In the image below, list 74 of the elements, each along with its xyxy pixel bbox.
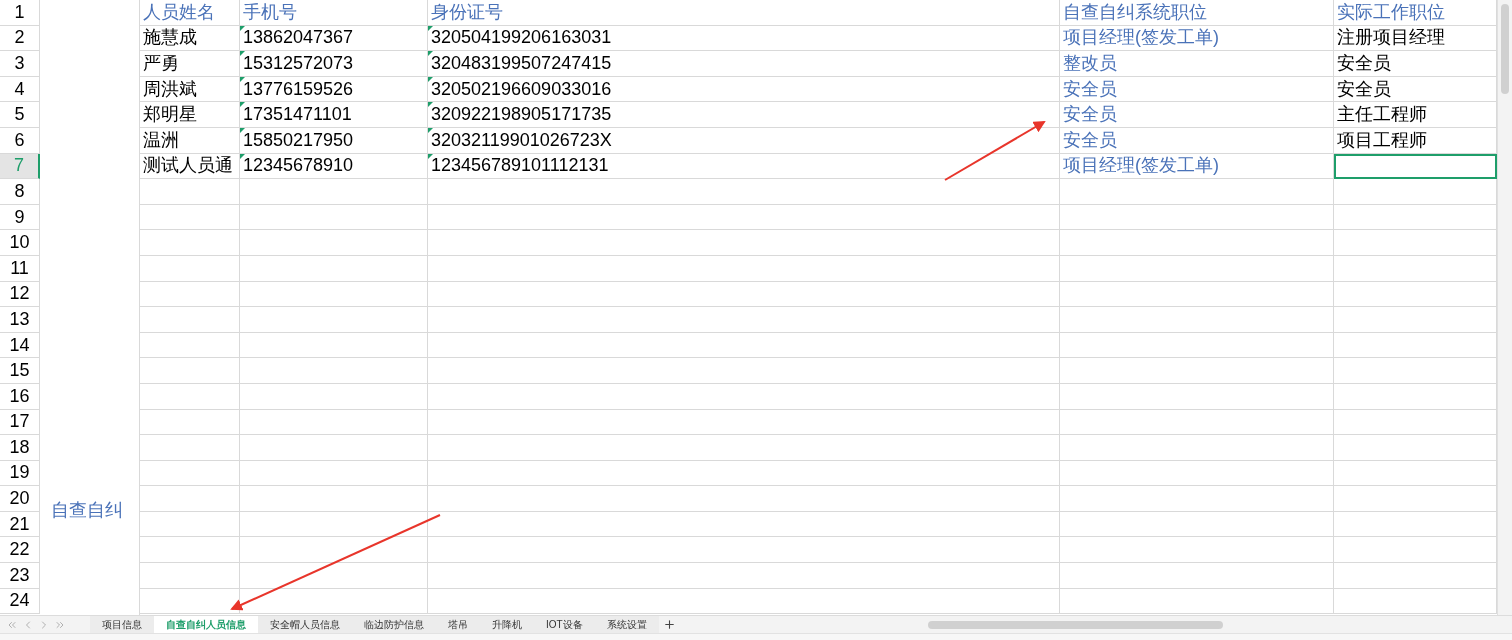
- table-cell: 15312572073: [240, 51, 428, 77]
- row-header[interactable]: 9: [0, 204, 40, 231]
- row-header[interactable]: 12: [0, 281, 40, 308]
- error-indicator-icon: [428, 102, 433, 108]
- table-cell: 13862047367: [240, 25, 428, 52]
- table-cell: 温洲: [140, 127, 240, 154]
- table-cell: 人员姓名: [140, 0, 240, 26]
- table-cell: 安全员: [1060, 102, 1334, 128]
- add-sheet-icon[interactable]: [662, 618, 676, 631]
- row-header[interactable]: 15: [0, 358, 40, 384]
- table-cell: 施慧成: [140, 25, 240, 52]
- table-cell: 项目经理(签发工单): [1060, 153, 1334, 180]
- table-cell: 身份证号: [428, 0, 1060, 26]
- table-cell: 郑明星: [140, 102, 240, 128]
- sheet-tab[interactable]: 升降机: [480, 615, 534, 634]
- error-indicator-icon: [428, 25, 433, 31]
- error-indicator-icon: [240, 102, 245, 108]
- row-header[interactable]: 24: [0, 588, 40, 615]
- row-header[interactable]: 20: [0, 486, 40, 512]
- table-cell: 测试人员通: [140, 153, 240, 180]
- table-cell: 12345678910: [240, 153, 428, 180]
- row-header[interactable]: 17: [0, 409, 40, 436]
- table-cell: 320502196609033016: [428, 76, 1060, 103]
- table-cell: 严勇: [140, 51, 240, 77]
- error-indicator-icon: [240, 127, 245, 133]
- table-cell: 320504199206163031: [428, 25, 1060, 52]
- vertical-scrollbar[interactable]: [1497, 0, 1512, 615]
- table-cell: 13776159526: [240, 76, 428, 103]
- error-indicator-icon: [428, 127, 433, 133]
- row-header[interactable]: 8: [0, 179, 40, 205]
- table-cell: 整改员: [1060, 51, 1334, 77]
- error-indicator-icon: [240, 25, 245, 31]
- row-header[interactable]: 23: [0, 563, 40, 589]
- row-header[interactable]: 2: [0, 25, 40, 52]
- error-indicator-icon: [240, 153, 245, 159]
- row-header[interactable]: 21: [0, 511, 40, 538]
- table-cell: 320922198905171735: [428, 102, 1060, 128]
- error-indicator-icon: [240, 76, 245, 82]
- sheet-tab[interactable]: 项目信息: [90, 615, 154, 634]
- row-header[interactable]: 14: [0, 332, 40, 359]
- error-indicator-icon: [240, 51, 245, 57]
- row-header[interactable]: 6: [0, 127, 40, 154]
- error-indicator-icon: [428, 76, 433, 82]
- row-header[interactable]: 22: [0, 537, 40, 564]
- table-cell: 周洪斌: [140, 76, 240, 103]
- sheet-tab[interactable]: 临边防护信息: [352, 615, 436, 634]
- table-cell: 32032119901026723X: [428, 127, 1060, 154]
- table-cell: 自查自纠系统职位: [1060, 0, 1334, 26]
- error-indicator-icon: [428, 153, 433, 159]
- row-header[interactable]: 3: [0, 51, 40, 77]
- table-cell: 320483199507247415: [428, 51, 1060, 77]
- row-header[interactable]: 16: [0, 383, 40, 410]
- sheet-tab[interactable]: 系统设置: [594, 615, 659, 634]
- table-cell: 15850217950: [240, 127, 428, 154]
- sheet-tab[interactable]: 安全帽人员信息: [258, 615, 352, 634]
- row-header[interactable]: 13: [0, 307, 40, 333]
- row-header[interactable]: 1: [0, 0, 40, 26]
- row-header[interactable]: 10: [0, 230, 40, 256]
- sheet-tab[interactable]: IOT设备: [534, 615, 595, 634]
- row-header[interactable]: 11: [0, 255, 40, 282]
- row-header[interactable]: 19: [0, 460, 40, 487]
- table-cell: 安全员: [1060, 76, 1334, 103]
- table-cell: 自查自纠: [51, 500, 123, 520]
- table-cell: 123456789101112131: [428, 153, 1060, 180]
- row-header[interactable]: 5: [0, 102, 40, 128]
- table-cell: 安全员: [1060, 127, 1334, 154]
- table-cell: 手机号: [240, 0, 428, 26]
- sheet-tab[interactable]: 自查自纠人员信息: [154, 615, 258, 634]
- row-header[interactable]: 18: [0, 435, 40, 461]
- table-cell: 17351471101: [240, 102, 428, 128]
- table-cell: 项目经理(签发工单): [1060, 25, 1334, 52]
- error-indicator-icon: [428, 51, 433, 57]
- sheet-tab[interactable]: 塔吊: [436, 615, 480, 634]
- row-header[interactable]: 4: [0, 76, 40, 103]
